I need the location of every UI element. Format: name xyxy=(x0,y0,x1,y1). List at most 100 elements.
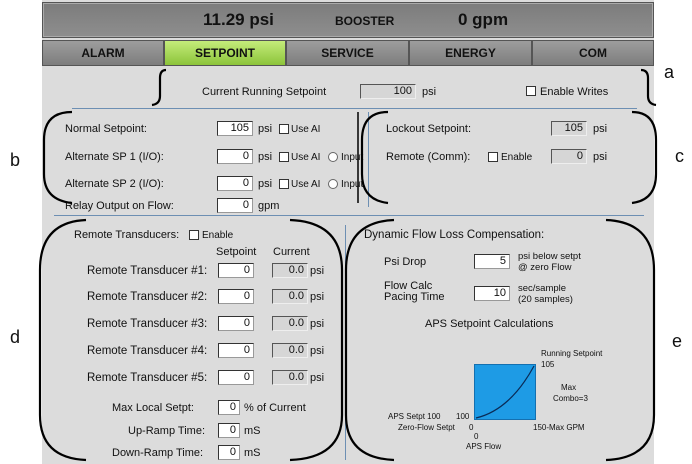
remote-transducer-label: Remote Transducer #4: xyxy=(87,345,208,357)
divider xyxy=(72,108,637,109)
aps-flow-label: APS Flow xyxy=(466,442,502,451)
alt1-label: Alternate SP 1 (I/O): xyxy=(65,151,164,163)
remote-transducer-label: Remote Transducer #5: xyxy=(87,372,208,384)
remote-transducers-enable-checkbox[interactable] xyxy=(189,230,199,240)
remote-transducers-enable-label: Enable xyxy=(202,230,234,241)
alt1-use-ai-checkbox[interactable] xyxy=(279,152,289,162)
col-current-header: Current xyxy=(273,246,310,258)
alt1-input[interactable]: 0 xyxy=(217,149,253,164)
status-bar: 11.29 psi BOOSTER 0 gpm xyxy=(42,2,654,38)
aps-graph xyxy=(474,364,536,420)
x-axis-zero: 0 xyxy=(474,432,479,441)
dflc-title: Dynamic Flow Loss Compensation: xyxy=(364,229,545,241)
psi-drop-label: Psi Drop xyxy=(384,256,427,268)
running-setpoint-value: 100 xyxy=(360,84,416,99)
col-setpoint-header: Setpoint xyxy=(216,246,257,258)
remote-transducer-setpoint-input[interactable]: 0 xyxy=(218,263,254,278)
up-ramp-unit: mS xyxy=(244,425,261,437)
normal-setpoint-unit: psi xyxy=(258,123,273,135)
aps-curve xyxy=(475,365,535,419)
relay-input[interactable]: 0 xyxy=(217,198,253,213)
down-ramp-input[interactable]: 0 xyxy=(218,445,240,460)
relay-label: Relay Output on Flow: xyxy=(65,200,174,212)
normal-setpoint-input[interactable]: 105 xyxy=(217,121,253,136)
down-ramp-label: Down-Ramp Time: xyxy=(112,447,204,459)
alt2-unit: psi xyxy=(258,178,273,190)
pacing-label-2: Pacing Time xyxy=(384,291,445,303)
remote-comm-enable-label: Enable xyxy=(501,152,533,163)
remote-transducer-unit: psi xyxy=(310,318,325,330)
divider xyxy=(345,225,346,460)
mode-readout: BOOSTER xyxy=(335,14,395,28)
remote-transducer-setpoint-input[interactable]: 0 xyxy=(218,316,254,331)
up-ramp-label: Up-Ramp Time: xyxy=(128,425,206,437)
remote-comm-value: 0 xyxy=(551,149,587,164)
max-local-unit: % of Current xyxy=(244,402,306,414)
remote-transducer-current-value: 0.0 xyxy=(272,316,308,331)
remote-transducer-label: Remote Transducer #1: xyxy=(87,265,208,277)
pacing-input[interactable]: 10 xyxy=(474,286,510,301)
flow-readout: 0 gpm xyxy=(458,10,509,29)
remote-transducer-setpoint-input[interactable]: 0 xyxy=(218,370,254,385)
remote-transducer-setpoint-input[interactable]: 0 xyxy=(218,289,254,304)
pacing-note-2: (20 samples) xyxy=(518,294,573,305)
alt2-input-label: Input xyxy=(341,179,364,190)
running-setpoint-unit: psi xyxy=(422,86,437,98)
remote-transducer-setpoint-input[interactable]: 0 xyxy=(218,343,254,358)
alt1-unit: psi xyxy=(258,151,273,163)
alt2-use-ai-checkbox[interactable] xyxy=(279,179,289,189)
remote-transducer-unit: psi xyxy=(310,345,325,357)
remote-transducer-label: Remote Transducer #2: xyxy=(87,291,208,303)
psi-drop-note-2: @ zero Flow xyxy=(518,262,572,273)
zero-flow-label: Zero-Flow Setpt xyxy=(398,423,455,432)
up-ramp-input[interactable]: 0 xyxy=(218,423,240,438)
enable-writes-label: Enable Writes xyxy=(540,86,609,98)
max-local-label: Max Local Setpt: xyxy=(112,402,194,414)
tab-com[interactable]: COM xyxy=(532,40,654,66)
annotation-c: c xyxy=(675,146,684,166)
aps-calc-title: APS Setpoint Calculations xyxy=(425,318,554,330)
max-local-input[interactable]: 0 xyxy=(218,400,240,415)
pacing-note-1: sec/sample xyxy=(518,283,567,294)
running-setpoint-axis-value: 105 xyxy=(541,360,555,369)
remote-transducer-unit: psi xyxy=(310,265,325,277)
alt2-input-radio[interactable] xyxy=(328,179,338,189)
psi-drop-note-1: psi below setpt xyxy=(518,251,581,262)
alt2-input[interactable]: 0 xyxy=(217,176,253,191)
remote-transducer-unit: psi xyxy=(310,372,325,384)
remote-transducer-current-value: 0.0 xyxy=(272,343,308,358)
alt1-input-label: Input xyxy=(341,152,364,163)
tab-energy[interactable]: ENERGY xyxy=(409,40,532,66)
alt2-use-ai-label: Use AI xyxy=(291,179,321,190)
remote-transducers-title: Remote Transducers: xyxy=(74,229,180,241)
running-setpoint-axis-label: Running Setpoint xyxy=(541,349,603,358)
lockout-value: 105 xyxy=(551,121,587,136)
lockout-unit: psi xyxy=(593,123,608,135)
tab-setpoint[interactable]: SETPOINT xyxy=(164,40,286,66)
aps-setpt-value: 100 xyxy=(456,412,470,421)
alt2-label: Alternate SP 2 (I/O): xyxy=(65,178,164,190)
max-combo-label-2: Combo=3 xyxy=(553,394,588,403)
setpoint-panel: 11.29 psi BOOSTER 0 gpm ALARM SETPOINT S… xyxy=(42,0,654,464)
max-combo-label-1: Max xyxy=(561,383,577,392)
remote-transducer-unit: psi xyxy=(310,291,325,303)
aps-setpt-label: APS Setpt 100 xyxy=(388,412,441,421)
down-ramp-unit: mS xyxy=(244,447,261,459)
psi-drop-input[interactable]: 5 xyxy=(474,254,510,269)
remote-comm-label: Remote (Comm): xyxy=(386,151,471,163)
normal-setpoint-label: Normal Setpoint: xyxy=(65,123,147,135)
tab-alarm[interactable]: ALARM xyxy=(42,40,164,66)
annotation-b: b xyxy=(10,150,21,170)
enable-writes-checkbox[interactable] xyxy=(526,86,536,96)
running-setpoint-label: Current Running Setpoint xyxy=(202,86,327,98)
normal-use-ai-checkbox[interactable] xyxy=(279,124,289,134)
alt1-input-radio[interactable] xyxy=(328,152,338,162)
remote-transducer-current-value: 0.0 xyxy=(272,370,308,385)
remote-comm-unit: psi xyxy=(593,151,608,163)
annotation-d: d xyxy=(10,327,21,347)
normal-use-ai-label: Use AI xyxy=(291,124,321,135)
alt1-use-ai-label: Use AI xyxy=(291,152,321,163)
remote-comm-enable-checkbox[interactable] xyxy=(488,152,498,162)
tab-service[interactable]: SERVICE xyxy=(286,40,409,66)
annotation-a: a xyxy=(664,62,675,82)
